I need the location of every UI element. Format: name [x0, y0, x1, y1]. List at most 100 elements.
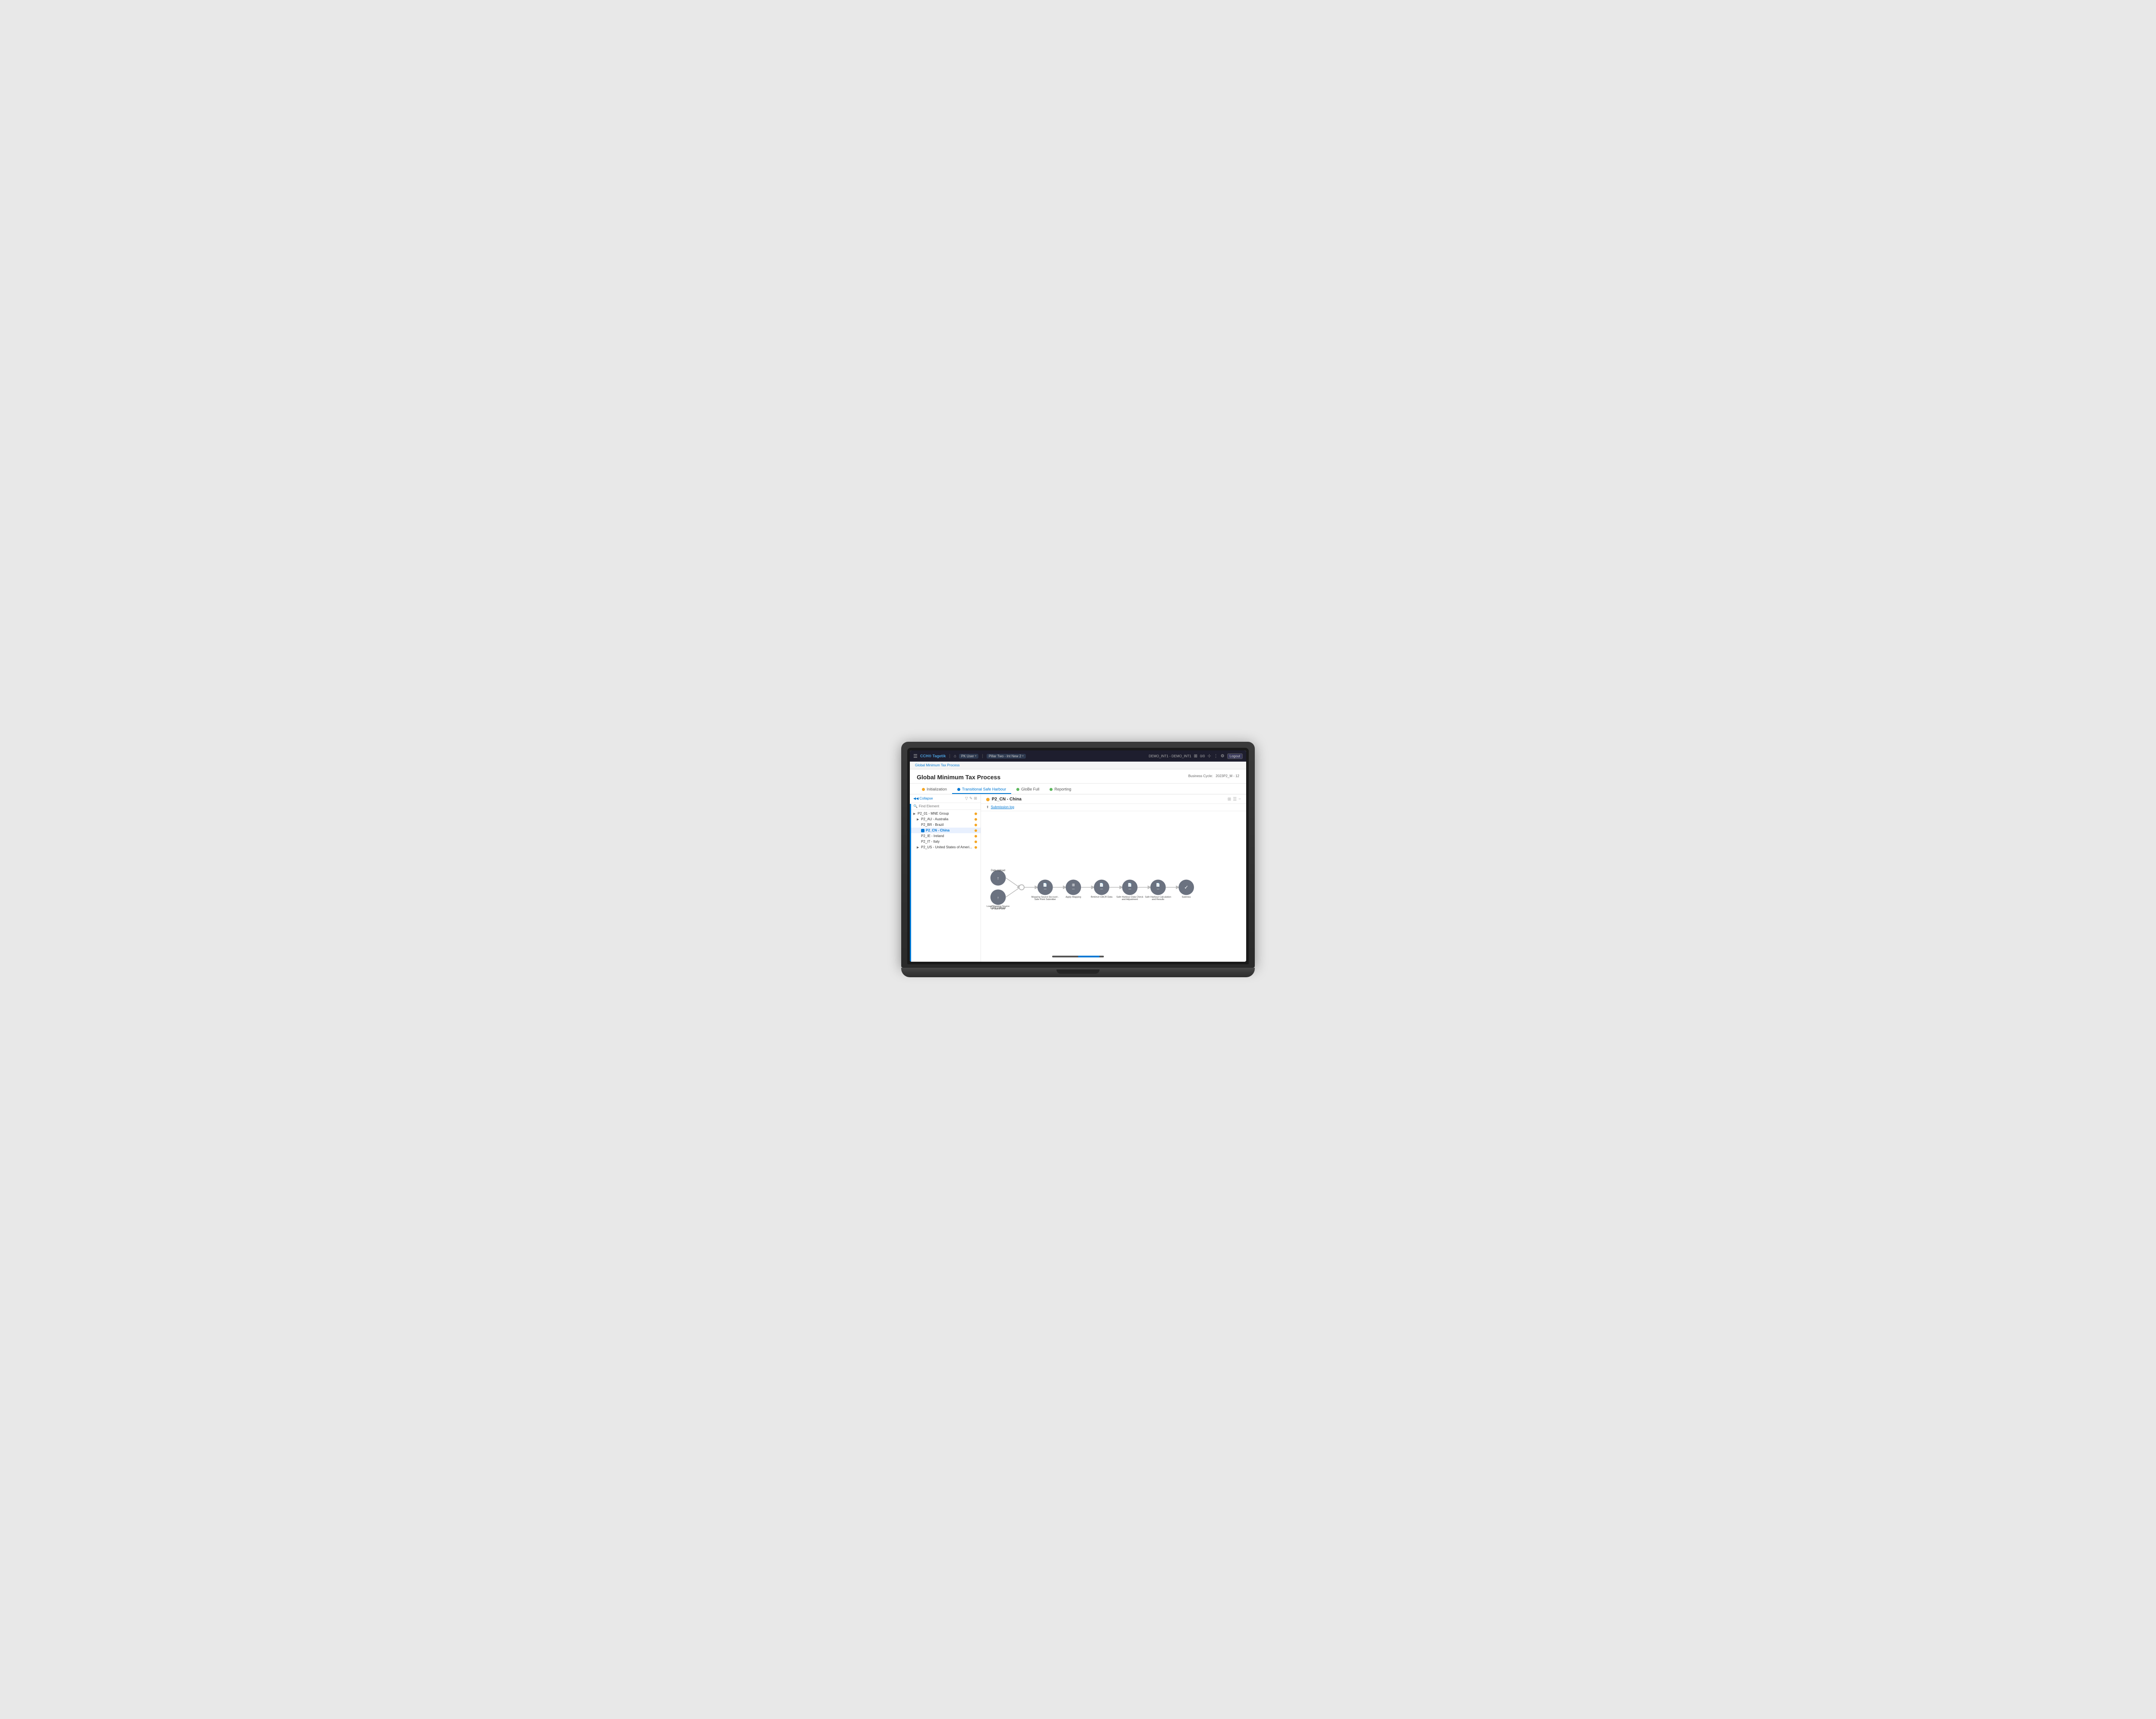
process-title: P2_CN - China: [992, 797, 1022, 802]
expand-us[interactable]: ▶: [917, 846, 920, 849]
item-dot-br: [975, 824, 977, 826]
page-title: Global Minimum Tax Process: [917, 774, 1000, 781]
item-label-br: P2_BR - Brazil: [921, 823, 943, 827]
svg-text:⊞: ⊞: [1072, 883, 1075, 887]
screen: ☰ CCH® Tagetik | ⌂ PK User ▾ | Pillar Tw…: [910, 750, 1246, 962]
nav-right: DEMO_INT1 - DEMO_INT1 ⊞ 0/0 ⊹ ⋮ ⚙ Logout: [1149, 753, 1243, 759]
svg-text:📄: 📄: [1043, 883, 1047, 887]
laptop-lid: ☰ CCH® Tagetik | ⌂ PK User ▾ | Pillar Tw…: [901, 742, 1255, 968]
label-cbcr: Retrieve CBCR Data: [1091, 896, 1113, 898]
log-icon: ⬆: [986, 805, 989, 809]
page-header: Global Minimum Tax Process Business Cycl…: [910, 769, 1246, 784]
tab-initialization[interactable]: Initialization: [917, 785, 952, 794]
grid-view-icon[interactable]: ⊞: [1228, 797, 1231, 802]
tree-item-mne-group[interactable]: ▶ P2_01 - MNE Group: [910, 811, 981, 816]
collapse-label: Collapse: [919, 797, 933, 800]
left-accent: [910, 804, 911, 962]
user-pill[interactable]: PK User ▾: [959, 754, 978, 759]
app-container: ☰ CCH® Tagetik | ⌂ PK User ▾ | Pillar Tw…: [910, 750, 1246, 962]
body-area: ◀◀ Collapse ▽ ✎ ⊞: [910, 794, 1246, 962]
collapse-button[interactable]: ◀◀ Collapse: [913, 797, 933, 800]
layout-icon[interactable]: ⊹: [1207, 754, 1211, 759]
tree-item-us[interactable]: ▶ P2_US - United States of Ameri...: [910, 844, 981, 850]
svg-text:—: —: [1072, 888, 1075, 891]
node-cbcr-circle[interactable]: [1094, 880, 1109, 895]
laptop-base: [901, 968, 1255, 977]
settings-icon[interactable]: ⚙: [1221, 754, 1225, 759]
filter-icon[interactable]: ▽: [965, 796, 968, 801]
expand-au[interactable]: ▶: [917, 818, 920, 821]
label-mapping-source-2: Safe Point Submitter: [1034, 898, 1056, 901]
svg-text:📄: 📄: [1100, 883, 1104, 887]
node-mapping-source-circle[interactable]: [1037, 880, 1053, 895]
tree-item-brazil[interactable]: ▶ P2_BR - Brazil: [910, 822, 981, 828]
logout-button[interactable]: Logout: [1227, 753, 1243, 759]
list-view-icon[interactable]: ☰: [1233, 797, 1237, 802]
laptop-shell: ☰ CCH® Tagetik | ⌂ PK User ▾ | Pillar Tw…: [901, 742, 1255, 977]
merge-circle: [1019, 885, 1024, 890]
hamburger-icon[interactable]: ☰: [913, 753, 918, 759]
node-apply-mapping-circle[interactable]: [1065, 880, 1081, 895]
scroll-indicator: [1078, 956, 1100, 957]
collapse-icon: ◀◀: [913, 797, 918, 800]
nav-sep1: |: [949, 754, 950, 759]
tab-dot-reporting: [1050, 788, 1053, 791]
process-pill[interactable]: Pillar Two - Int New 2 ▾: [987, 754, 1026, 759]
submission-log-link[interactable]: Submission log: [991, 805, 1014, 809]
search-icon: 🔍: [913, 804, 918, 808]
sidebar-icons: ▽ ✎ ⊞: [965, 796, 977, 801]
process-title-row: P2_CN - China: [986, 797, 1022, 802]
checkbox-cn[interactable]: [921, 829, 924, 832]
tab-dot-initialization: [922, 788, 925, 791]
tab-label-reporting: Reporting: [1054, 787, 1071, 791]
tree-item-italy[interactable]: ▶ P2_IT - Italy: [910, 839, 981, 844]
process-area: P2_CN - China ⊞ ☰ −: [981, 794, 1246, 962]
item-label-cn: P2_CN - China: [926, 828, 950, 832]
breadcrumb-link[interactable]: Global Minimum Tax Process: [915, 763, 959, 767]
item-dot-it: [975, 841, 977, 843]
tab-globe-full[interactable]: GloBe Full: [1011, 785, 1044, 794]
scroll-bar[interactable]: [1052, 956, 1104, 957]
tree-item-australia[interactable]: ▶ P2_AU - Australia: [910, 816, 981, 822]
top-nav: ☰ CCH® Tagetik | ⌂ PK User ▾ | Pillar Tw…: [910, 750, 1246, 762]
expand-mne[interactable]: ▶: [913, 812, 916, 816]
process-title-dot: [986, 798, 990, 801]
node-safe-harbour-calc-circle[interactable]: [1150, 880, 1166, 895]
find-element-row: 🔍: [910, 803, 981, 810]
tabs-row: Initialization Transitional Safe Harbour…: [910, 784, 1246, 794]
svg-text:—: —: [1157, 888, 1159, 891]
tab-transitional-safe-harbour[interactable]: Transitional Safe Harbour: [952, 785, 1011, 794]
item-label-us: P2_US - United States of Ameri...: [921, 845, 972, 849]
workflow-canvas: ↑ ↑: [981, 811, 1246, 962]
page-icon[interactable]: ⊞: [1194, 754, 1197, 759]
tree-item-ireland[interactable]: ▶ P2_IE - Ireland: [910, 833, 981, 839]
label-submit: Submiss: [1182, 896, 1191, 898]
business-cycle-area: Business Cycle: 2023P2_M - 12: [1188, 774, 1239, 778]
svg-text:—: —: [1100, 888, 1103, 891]
label-apply-mapping: Apply Mapping: [1065, 896, 1081, 898]
find-element-input[interactable]: [919, 804, 977, 808]
svg-text:📄: 📄: [1128, 883, 1132, 887]
item-dot-us: [975, 846, 977, 849]
more-icon[interactable]: ⋮: [1214, 754, 1218, 759]
app-logo: CCH® Tagetik: [920, 754, 946, 758]
tree-item-china[interactable]: ▶ P2_CN - China: [910, 828, 981, 833]
breadcrumb-bar: Global Minimum Tax Process: [910, 762, 1246, 769]
node-safe-harbour-check-circle[interactable]: [1122, 880, 1138, 895]
tab-reporting[interactable]: Reporting: [1044, 785, 1076, 794]
collapse-process-icon[interactable]: −: [1238, 797, 1241, 802]
home-icon[interactable]: ⌂: [954, 754, 956, 759]
options-icon[interactable]: ⊞: [974, 796, 977, 801]
business-cycle: Business Cycle: 2023P2_M - 12: [1188, 774, 1239, 778]
main-content: Global Minimum Tax Process Business Cycl…: [910, 769, 1246, 962]
user-label: PK User: [961, 754, 974, 758]
item-dot-cn: [975, 829, 977, 832]
label-data-upload-top: Data Upload: [991, 869, 1005, 872]
screen-bezel: ☰ CCH® Tagetik | ⌂ PK User ▾ | Pillar Tw…: [907, 748, 1249, 964]
edit-icon[interactable]: ✎: [969, 796, 973, 801]
tab-dot-transitional: [957, 788, 960, 791]
item-label-mne: P2_01 - MNE Group: [918, 812, 949, 816]
item-dot-au: [975, 818, 977, 821]
tab-label-transitional: Transitional Safe Harbour: [962, 787, 1006, 791]
item-label-it: P2_IT - Italy: [921, 840, 940, 844]
